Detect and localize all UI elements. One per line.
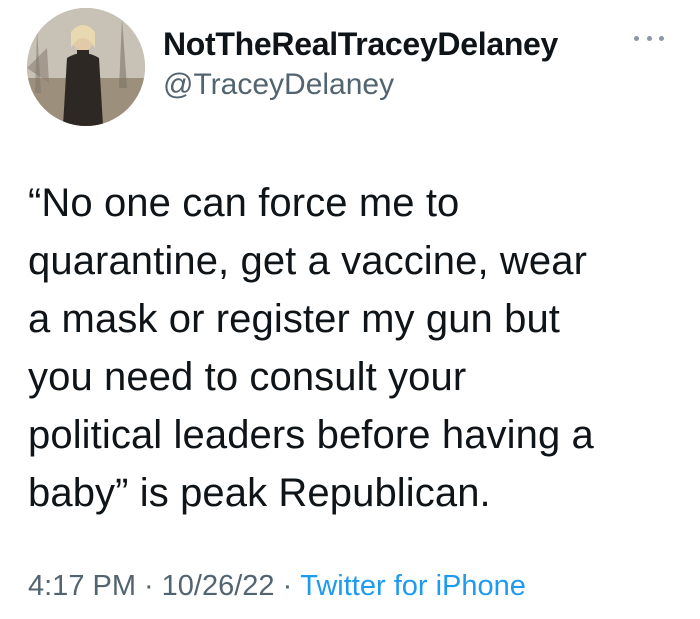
more-dot <box>646 35 652 41</box>
separator: · <box>144 570 154 602</box>
profile-photo-image <box>27 8 145 126</box>
more-dot <box>659 35 664 41</box>
tweet-time[interactable]: 4:17 PM <box>28 570 136 602</box>
tweet-source-link[interactable]: Twitter for iPhone <box>300 570 526 602</box>
tweet-text: “No one can force me to quarantine, get … <box>28 181 594 515</box>
tweet-metadata: 4:17 PM · 10/26/22 · Twitter for iPhone <box>28 568 526 604</box>
author-block: NotTheRealTraceyDelaney @TraceyDelaney <box>163 24 558 104</box>
tweet: NotTheRealTraceyDelaney @TraceyDelaney “… <box>0 0 700 619</box>
tweet-date[interactable]: 10/26/22 <box>162 570 275 602</box>
user-handle[interactable]: @TraceyDelaney <box>163 66 558 104</box>
more-dot <box>634 35 639 41</box>
separator: · <box>282 570 293 602</box>
more-horizontal-icon[interactable] <box>634 30 664 46</box>
display-name[interactable]: NotTheRealTraceyDelaney <box>163 24 558 64</box>
avatar[interactable] <box>27 8 145 126</box>
